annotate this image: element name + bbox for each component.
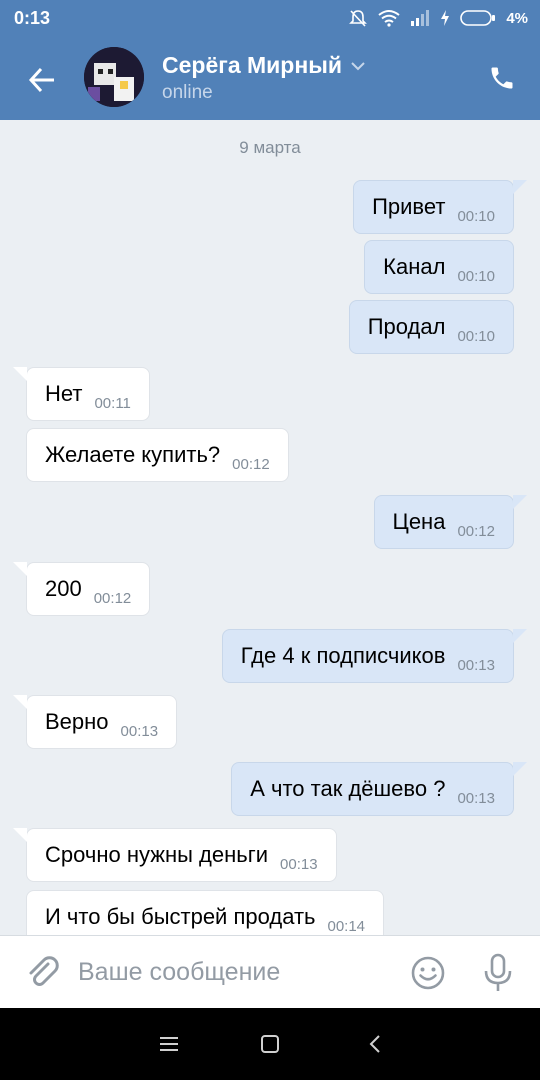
bubble-tail [513, 180, 527, 194]
outgoing-message[interactable]: Канал 00:10 [364, 240, 514, 294]
message-list[interactable]: 9 марта Привет 00:10 Канал 00:10 Продал 00:10… [0, 120, 540, 935]
microphone-icon [484, 953, 512, 991]
muted-bell-icon [349, 10, 368, 27]
voice-record-button[interactable] [481, 952, 515, 994]
incoming-message[interactable]: И что бы быстрей продать 00:14 [26, 890, 385, 935]
message-time: 00:13 [120, 722, 159, 740]
incoming-message[interactable]: Желаете купить? 00:12 [26, 428, 289, 482]
message-time: 00:10 [457, 207, 495, 225]
nav-back-button[interactable] [357, 1026, 393, 1062]
incoming-message[interactable]: Срочно нужны деньги 00:13 [13, 828, 337, 882]
avatar-image [84, 47, 144, 107]
chevron-left-icon [369, 1035, 380, 1053]
incoming-message[interactable]: Верно 00:13 [13, 695, 178, 749]
message-time: 00:13 [280, 855, 318, 873]
call-button[interactable] [480, 56, 524, 100]
square-icon [261, 1035, 279, 1053]
message-time: 00:12 [93, 589, 132, 607]
battery-percent: 4% [506, 9, 528, 27]
message-text: Продал [367, 314, 446, 339]
incoming-message[interactable]: 200 00:12 [13, 562, 151, 616]
message-text: Цена [392, 509, 446, 534]
message-text: Срочно нужны деньги [45, 842, 269, 867]
signal-icon [411, 10, 430, 26]
bubble-tail [13, 695, 27, 709]
menu-icon [160, 1037, 178, 1051]
contact-name: Серёга Мирный [162, 52, 343, 78]
message-time: 00:13 [457, 789, 495, 807]
outgoing-message[interactable]: Цена 00:12 [373, 495, 527, 549]
bubble-tail [513, 629, 527, 643]
outgoing-message[interactable]: Привет 00:10 [353, 180, 527, 234]
contact-status: online [162, 82, 213, 103]
battery-icon [460, 10, 496, 26]
bubble-tail [13, 562, 27, 576]
chevron-down-icon [351, 61, 365, 70]
message-text: Канал [383, 254, 446, 279]
emoji-button[interactable] [410, 955, 446, 991]
outgoing-message[interactable]: Продал 00:10 [348, 300, 514, 354]
avatar[interactable] [84, 47, 144, 107]
bubble-tail [13, 828, 27, 842]
message-text: Где 4 к подписчиков [240, 643, 446, 668]
message-text: А что так дёшево ? [250, 776, 446, 801]
charging-icon [441, 10, 450, 26]
incoming-message[interactable]: Нет 00:11 [13, 367, 150, 421]
composer-bar [0, 935, 540, 1008]
status-bar: 0:13 4% [0, 0, 540, 36]
message-time: 00:14 [327, 917, 366, 935]
message-time: 00:10 [457, 267, 495, 285]
attach-button[interactable] [22, 952, 62, 992]
wifi-icon [378, 10, 400, 27]
bubble-tail [13, 367, 27, 381]
outgoing-message[interactable]: А что так дёшево ? 00:13 [231, 762, 527, 816]
back-button[interactable] [18, 56, 66, 104]
message-time: 00:10 [457, 327, 495, 345]
arrow-left-icon [28, 67, 54, 93]
message-time: 00:12 [232, 455, 270, 473]
system-nav-bar [0, 1008, 540, 1080]
phone-icon [491, 67, 513, 89]
nav-home-button[interactable] [252, 1026, 288, 1062]
message-text: Желаете купить? [45, 442, 221, 467]
smiley-icon [411, 956, 445, 990]
app-header: 0:13 4% Серёга Мирный online [0, 0, 540, 120]
paperclip-icon [29, 956, 59, 986]
message-time: 00:12 [457, 522, 495, 540]
status-time: 0:13 [14, 8, 51, 28]
message-time: 00:11 [94, 394, 131, 412]
message-time: 00:13 [457, 656, 495, 674]
date-separator: 9 марта [239, 138, 301, 157]
nav-menu-button[interactable] [151, 1026, 187, 1062]
contact-name-button[interactable]: Серёга Мирный [162, 52, 366, 79]
bubble-tail [513, 495, 527, 509]
outgoing-message[interactable]: Где 4 к подписчиков 00:13 [221, 629, 527, 683]
message-input[interactable] [78, 950, 378, 994]
bubble-tail [513, 762, 527, 776]
message-text: Верно [45, 709, 109, 734]
message-text: Нет [45, 381, 83, 406]
status-icons: 4% [348, 8, 528, 28]
message-text: Привет [372, 194, 446, 219]
message-text: 200 [45, 576, 82, 601]
message-text: И что бы быстрей продать [45, 904, 316, 929]
